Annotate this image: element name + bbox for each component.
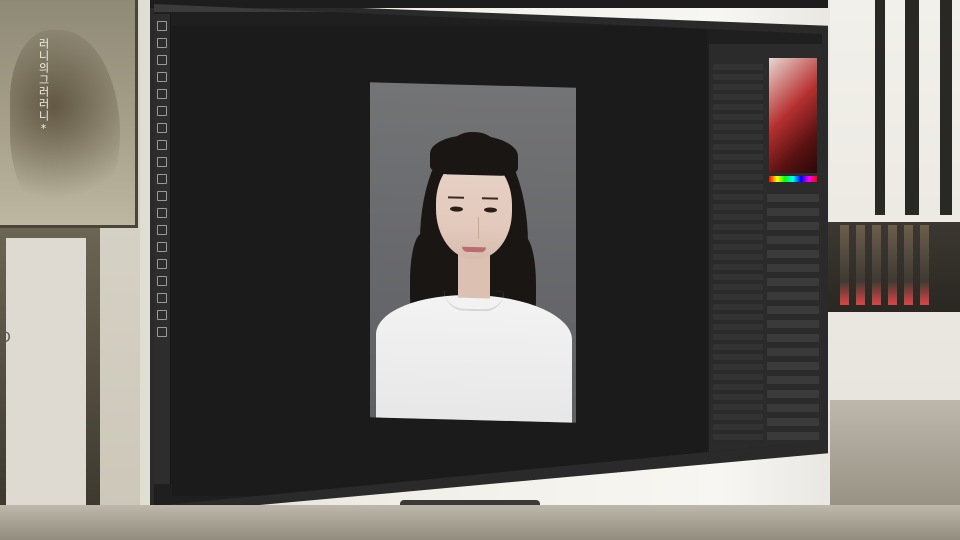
move-tool-icon[interactable]: [157, 21, 167, 31]
brand-watermark: 러니의그러러니*: [37, 38, 50, 136]
brush: [856, 225, 865, 305]
eraser-tool-icon[interactable]: [157, 174, 167, 184]
type-tool-icon[interactable]: [157, 259, 167, 269]
brush: [904, 225, 913, 305]
lasso-tool-icon[interactable]: [157, 55, 167, 65]
crop-tool-icon[interactable]: [157, 72, 167, 82]
shape-tool-icon[interactable]: [157, 293, 167, 303]
portrait-photo: [370, 82, 576, 423]
tool-palette: [154, 14, 171, 484]
pen-tool-icon[interactable]: [157, 242, 167, 252]
wall-stripe: [940, 0, 952, 215]
eyedropper-tool-icon[interactable]: [157, 89, 167, 99]
brush: [840, 225, 849, 305]
stamp-tool-icon[interactable]: [157, 140, 167, 150]
monitor-bezel: [150, 0, 828, 8]
neck: [458, 252, 490, 299]
dried-plant: [10, 30, 120, 220]
right-eye: [484, 207, 497, 213]
brush: [872, 225, 881, 305]
color-picker[interactable]: [769, 58, 817, 173]
hand-tool-icon[interactable]: [157, 310, 167, 320]
left-shelf: [0, 228, 100, 518]
healing-tool-icon[interactable]: [157, 106, 167, 116]
photo-scene: 러니의그러러니* D: [0, 0, 960, 540]
gradient-tool-icon[interactable]: [157, 191, 167, 201]
shelf-panel: [6, 238, 86, 508]
wall-stripe: [905, 0, 919, 215]
blur-tool-icon[interactable]: [157, 208, 167, 218]
wall-stripe: [875, 0, 885, 215]
right-eyebrow: [482, 197, 498, 200]
brush: [888, 225, 897, 305]
history-brush-icon[interactable]: [157, 157, 167, 167]
hue-slider[interactable]: [769, 176, 817, 182]
right-panels: [709, 44, 822, 464]
desk: [0, 505, 960, 540]
mouth: [462, 246, 486, 253]
zoom-tool-icon[interactable]: [157, 327, 167, 337]
properties-panel[interactable]: [767, 194, 819, 444]
path-select-icon[interactable]: [157, 276, 167, 286]
left-eyebrow: [448, 196, 464, 199]
nose: [470, 216, 479, 240]
bangs: [430, 133, 518, 177]
shelf-letter: D: [0, 330, 11, 346]
brush-tool-icon[interactable]: [157, 123, 167, 133]
layers-list[interactable]: [713, 64, 763, 444]
wall-poster: [0, 0, 138, 228]
brush: [920, 225, 929, 305]
marquee-tool-icon[interactable]: [157, 38, 167, 48]
left-eye: [450, 206, 463, 212]
dodge-tool-icon[interactable]: [157, 225, 167, 235]
white-shirt: [376, 292, 572, 423]
